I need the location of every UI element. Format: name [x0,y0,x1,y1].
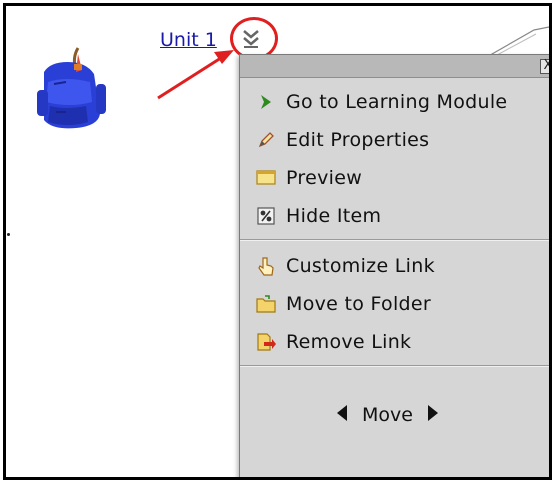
menu-divider [240,239,549,241]
move-right-arrow-icon[interactable] [427,404,439,427]
menu-group-secondary: Customize Link Move to Folder Remove Lin… [240,245,549,361]
menu-item-label: Move to Folder [286,293,432,315]
move-label: Move [362,404,413,426]
menu-item-label: Edit Properties [286,129,430,151]
pencil-icon [254,129,278,151]
green-chevron-icon [254,91,278,113]
menu-item-remove-link[interactable]: Remove Link [240,323,549,361]
move-control: Move [240,395,549,435]
menu-item-hide-item[interactable]: Hide Item [240,197,549,235]
stray-dot [7,233,10,236]
preview-window-icon [254,167,278,189]
remove-link-icon [254,331,278,353]
menu-header: X [240,55,549,78]
menu-group-primary: Go to Learning Module Edit Properties Pr… [240,78,549,235]
menu-item-edit-properties[interactable]: Edit Properties [240,121,549,159]
hide-item-icon [254,205,278,227]
close-button[interactable]: X [540,59,549,74]
menu-item-label: Preview [286,167,363,189]
menu-item-go-to-learning-module[interactable]: Go to Learning Module [240,83,549,121]
menu-divider [240,365,549,367]
menu-item-customize-link[interactable]: Customize Link [240,247,549,285]
menu-item-move-to-folder[interactable]: Move to Folder [240,285,549,323]
move-left-arrow-icon[interactable] [336,404,348,427]
red-arrow-annotation [157,50,234,100]
screenshot-frame: Unit 1 X Go to Learning Module Edit Prop… [3,3,552,480]
menu-item-label: Hide Item [286,205,382,227]
backpack-icon [37,47,106,129]
menu-item-label: Go to Learning Module [286,91,508,113]
folder-icon [254,293,278,315]
hand-pointer-icon [254,255,278,277]
item-context-menu: X Go to Learning Module Edit Properties … [239,54,549,477]
menu-item-label: Customize Link [286,255,435,277]
menu-item-preview[interactable]: Preview [240,159,549,197]
menu-item-label: Remove Link [286,331,412,353]
